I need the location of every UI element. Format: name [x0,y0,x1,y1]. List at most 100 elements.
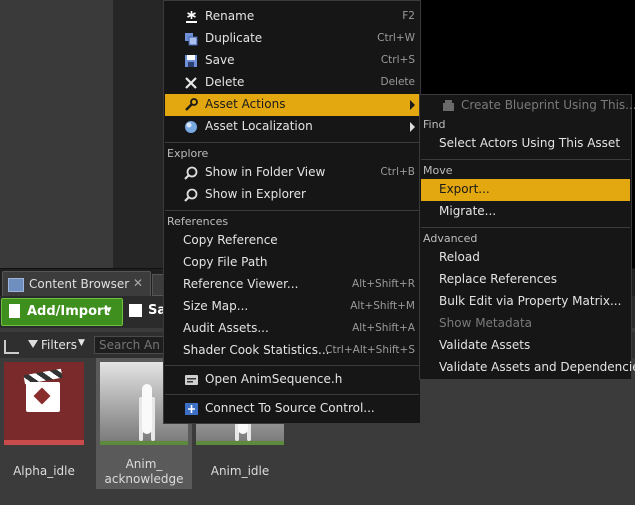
menu-item-rename[interactable]: Rename F2 [165,6,419,28]
menu-item-open-source-file[interactable]: Open AnimSequence.h [165,369,419,391]
menu-item-label: Create Blueprint Using This... [461,98,635,112]
asset-name: Alpha_idle [13,464,75,478]
menu-item-label: Rename [205,9,255,23]
menu-item-label: Connect To Source Control... [205,401,375,415]
menu-item-label: Reference Viewer... [183,277,299,291]
filter-icon [28,340,38,348]
menu-item-shortcut: Ctrl+Alt+Shift+S [325,344,415,356]
rename-icon [186,11,197,23]
menu-item-migrate[interactable]: Migrate... [421,201,630,223]
save-all-button[interactable]: Sa [126,298,166,324]
menu-item-validate-assets-and-dependencies[interactable]: Validate Assets and Dependencies [421,357,635,379]
duplicate-icon [185,33,198,46]
menu-item-reload[interactable]: Reload [421,247,630,269]
menu-item-label: Validate Assets [439,338,531,352]
menu-separator [165,394,419,395]
menu-item-replace-references[interactable]: Replace References [421,269,630,291]
menu-item-show-in-explorer[interactable]: Show in Explorer [165,184,419,206]
magnifier-icon [184,166,198,180]
menu-item-label: Size Map... [183,299,249,313]
menu-item-label: Bulk Edit via Property Matrix... [439,294,622,308]
section-header-references: References [167,215,229,228]
menu-item-connect-source-control[interactable]: Connect To Source Control... [165,398,419,420]
menu-item-label: Export... [439,182,490,196]
delete-icon [185,77,197,89]
menu-item-label: Migrate... [439,204,497,218]
menu-item-shortcut: Ctrl+S [380,54,415,66]
asset-name: Anim_idle [210,464,270,478]
menu-item-audit-assets[interactable]: Audit Assets... Alt+Shift+A [165,318,419,340]
menu-separator [165,365,419,366]
menu-item-select-actors[interactable]: Select Actors Using This Asset [421,133,630,155]
menu-item-shortcut: Delete [380,76,416,88]
menu-item-create-blueprint: Create Blueprint Using This... [421,95,635,117]
menu-item-label: Asset Localization [205,119,313,133]
section-header-move: Move [423,164,453,177]
menu-item-save[interactable]: Save Ctrl+S [165,50,419,72]
menu-item-shortcut: Alt+Shift+R [352,278,415,290]
menu-separator [165,142,419,143]
menu-item-label: Delete [205,75,245,89]
menu-item-label: Replace References [439,272,557,286]
menu-item-label: Shader Cook Statistics... [183,343,330,357]
menu-item-label: Audit Assets... [183,321,269,335]
search-input[interactable] [94,336,164,354]
chevron-down-icon: ▼ [78,338,85,348]
menu-item-show-in-folder-view[interactable]: Show in Folder View Ctrl+B [165,162,419,184]
magnifier-icon [184,188,198,202]
menu-item-label: Show in Explorer [205,187,306,201]
asset-tile[interactable]: Alpha_idle [0,358,88,493]
menu-item-delete[interactable]: Delete Delete [165,72,419,94]
menu-item-size-map[interactable]: Size Map... Alt+Shift+M [165,296,419,318]
menu-separator [165,210,419,211]
asset-name: Anim_ [125,457,163,471]
menu-item-duplicate[interactable]: Duplicate Ctrl+W [165,28,419,50]
menu-item-label: Validate Assets and Dependencies [439,360,635,374]
menu-item-shortcut: Alt+Shift+A [352,322,415,334]
asset-actions-submenu: Create Blueprint Using This... Find Sele… [419,94,635,380]
editor-panel-left [0,0,113,268]
section-header-find: Find [423,118,446,131]
menu-item-asset-actions[interactable]: Asset Actions [165,94,419,116]
menu-item-bulk-edit[interactable]: Bulk Edit via Property Matrix... [421,291,630,313]
menu-item-label: Duplicate [205,31,263,45]
menu-item-asset-localization[interactable]: Asset Localization [165,116,419,138]
menu-item-label: Copy Reference [183,233,278,247]
sources-panel-icon[interactable] [4,340,19,354]
menu-item-validate-assets[interactable]: Validate Assets [421,335,630,357]
filters-label: Filters [41,338,77,352]
menu-item-shortcut: Ctrl+W [377,32,415,44]
menu-item-shortcut: Alt+Shift+M [350,300,415,312]
add-import-label: Add/Import [27,304,110,319]
menu-item-copy-reference[interactable]: Copy Reference [165,230,419,252]
content-browser-icon [8,278,24,292]
menu-item-show-metadata: Show Metadata [421,313,630,335]
menu-item-label: Show Metadata [439,316,533,330]
wrench-icon [185,98,198,111]
code-file-icon [185,375,198,385]
tab-content-browser-label: Content Browser [29,277,130,291]
section-header-explore: Explore [167,147,209,160]
editor-panel-strip [113,0,165,268]
menu-item-label: Select Actors Using This Asset [439,136,621,150]
menu-item-copy-file-path[interactable]: Copy File Path [165,252,419,274]
tab-content-browser[interactable]: Content Browser ✕ [2,271,151,296]
filters-button[interactable]: Filters ▼ [22,335,90,355]
blueprint-icon [443,100,454,111]
menu-item-label: Reload [439,250,480,264]
source-control-icon [185,403,198,415]
asset-thumbnail [4,362,84,445]
chevron-right-icon [410,122,415,132]
menu-separator [421,227,630,228]
menu-item-label: Show in Folder View [205,165,326,179]
menu-item-shortcut: Ctrl+B [380,166,415,178]
menu-item-label: Open AnimSequence.h [205,372,343,386]
add-import-button[interactable]: Add/Import ▾ [1,298,123,326]
menu-item-label: Copy File Path [183,255,268,269]
menu-item-label: Asset Actions [205,97,286,111]
menu-item-export[interactable]: Export... [421,179,630,201]
close-tab-icon[interactable]: ✕ [133,276,143,290]
menu-item-shader-cook-statistics[interactable]: Shader Cook Statistics... Ctrl+Alt+Shift… [165,340,419,362]
menu-item-reference-viewer[interactable]: Reference Viewer... Alt+Shift+R [165,274,419,296]
chevron-down-icon: ▾ [106,303,112,316]
